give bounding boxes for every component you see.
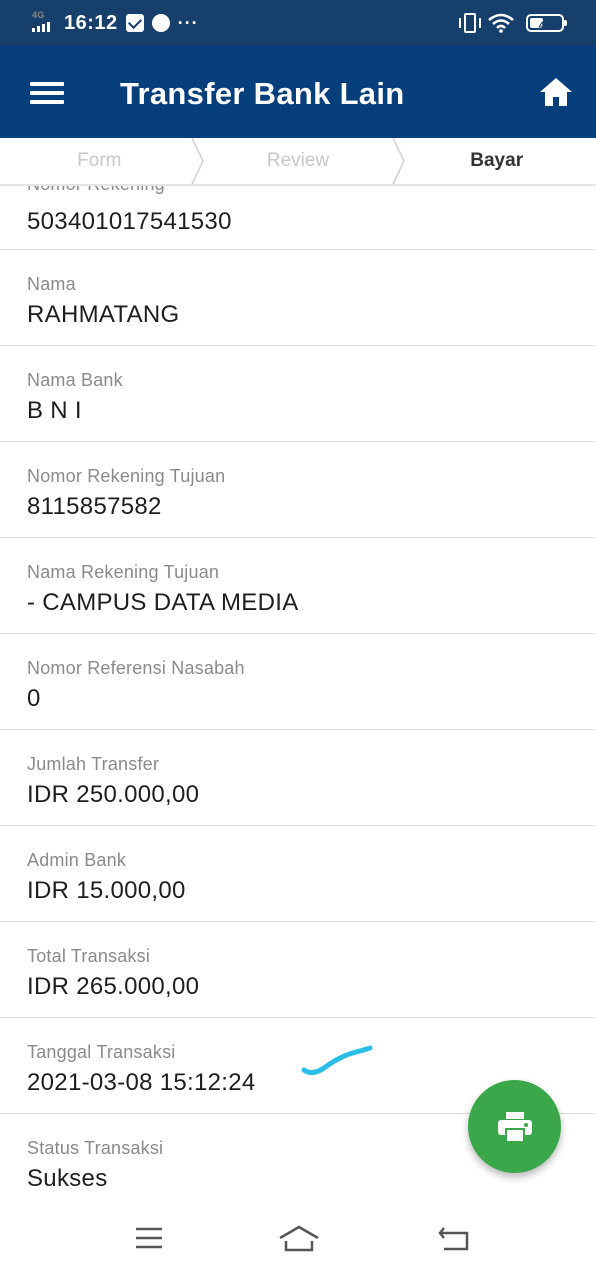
- detail-label: Nama Bank: [27, 370, 123, 390]
- step-bayar[interactable]: Bayar: [397, 138, 596, 184]
- detail-value: 503401017541530: [27, 208, 232, 235]
- detail-value: IDR 265.000,00: [27, 973, 200, 1000]
- hamburger-menu-icon[interactable]: [30, 82, 64, 104]
- detail-value: IDR 15.000,00: [27, 877, 186, 904]
- home-nav-icon[interactable]: [278, 1224, 320, 1252]
- step-review-label: Review: [266, 150, 330, 171]
- print-button[interactable]: [468, 1080, 561, 1173]
- network-type: 4G: [32, 10, 45, 20]
- system-navigation-bar: [0, 1204, 596, 1280]
- detail-row-account-number: Nomor Rekening 503401017541530: [0, 186, 596, 250]
- status-time: 16:12: [64, 11, 118, 34]
- step-separator-icon: [392, 138, 405, 184]
- detail-label: Tanggal Transaksi: [27, 1042, 176, 1062]
- detail-label: Jumlah Transfer: [27, 754, 160, 774]
- detail-value: - CAMPUS DATA MEDIA: [27, 589, 299, 616]
- wifi-icon: [488, 13, 514, 33]
- transaction-detail-list[interactable]: Nomor Rekening 503401017541530 Nama RAHM…: [0, 186, 596, 1204]
- progress-stepper: Form Review Bayar: [0, 138, 596, 186]
- detail-label: Nomor Referensi Nasabah: [27, 658, 245, 678]
- back-icon[interactable]: [438, 1226, 470, 1252]
- detail-value: RAHMATANG: [27, 301, 180, 328]
- status-bar: 4G 16:12 ··· 44: [0, 0, 596, 46]
- signal-icon: 4G: [32, 10, 56, 34]
- detail-value: 0: [27, 685, 41, 712]
- battery-level: 44: [538, 20, 552, 32]
- battery-icon: 44: [526, 14, 567, 32]
- printer-icon: [497, 1111, 532, 1143]
- more-notifications-icon: ···: [177, 12, 199, 33]
- detail-row-admin-fee: Admin Bank IDR 15.000,00: [0, 826, 596, 922]
- page-title: Transfer Bank Lain: [120, 76, 405, 111]
- step-form-label: Form: [77, 150, 122, 171]
- detail-value: Sukses: [27, 1165, 108, 1192]
- detail-label: Nama: [27, 274, 76, 294]
- detail-row-transfer-amount: Jumlah Transfer IDR 250.000,00: [0, 730, 596, 826]
- detail-label: Nomor Rekening Tujuan: [27, 466, 226, 486]
- detail-label: Admin Bank: [27, 850, 127, 870]
- detail-row-total: Total Transaksi IDR 265.000,00: [0, 922, 596, 1018]
- message-notification-icon: [125, 14, 144, 32]
- app-notification-icon: [151, 14, 170, 32]
- step-form[interactable]: Form: [0, 138, 199, 184]
- step-bayar-label: Bayar: [470, 150, 524, 171]
- step-review[interactable]: Review: [199, 138, 398, 184]
- detail-label: Nomor Rekening: [27, 186, 165, 195]
- step-separator-icon: [191, 138, 204, 184]
- recent-apps-icon[interactable]: [134, 1226, 164, 1250]
- detail-row-name: Nama RAHMATANG: [0, 250, 596, 346]
- detail-value: B N I: [27, 397, 82, 424]
- detail-value: IDR 250.000,00: [27, 781, 200, 808]
- detail-row-destination-name: Nama Rekening Tujuan - CAMPUS DATA MEDIA: [0, 538, 596, 634]
- detail-row-reference-number: Nomor Referensi Nasabah 0: [0, 634, 596, 730]
- detail-label: Total Transaksi: [27, 946, 151, 966]
- detail-value: 8115857582: [27, 493, 162, 520]
- detail-row-bank-name: Nama Bank B N I: [0, 346, 596, 442]
- vibrate-icon: [459, 13, 481, 33]
- home-icon[interactable]: [538, 76, 574, 108]
- detail-row-destination-account: Nomor Rekening Tujuan 8115857582: [0, 442, 596, 538]
- detail-label: Nama Rekening Tujuan: [27, 562, 220, 582]
- app-bar: Transfer Bank Lain: [0, 46, 596, 138]
